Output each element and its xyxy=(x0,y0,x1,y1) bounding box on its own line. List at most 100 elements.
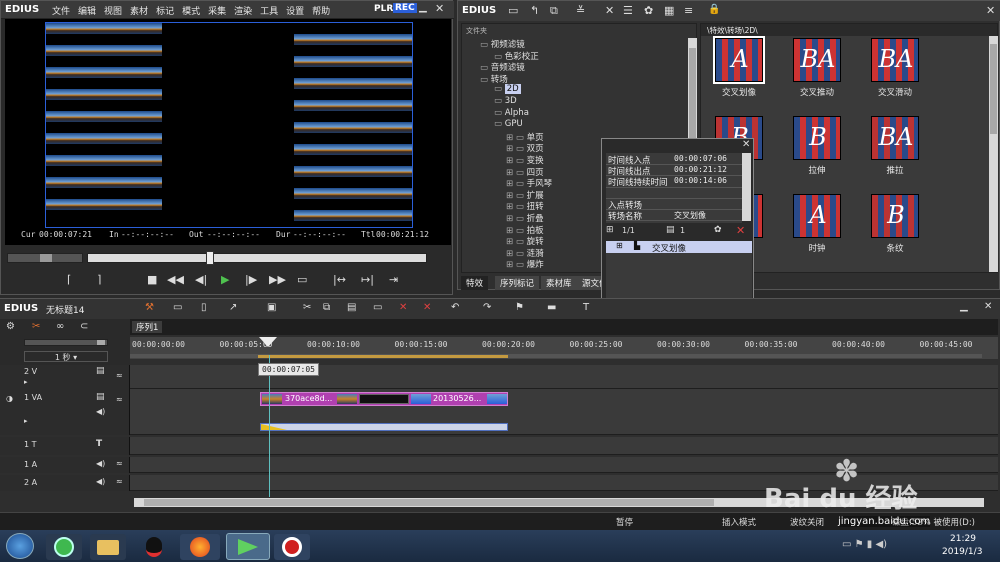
track-1a-mute-icon[interactable]: ≈ xyxy=(116,459,123,468)
tree-item[interactable]: ⊞ ▭ 扩展 xyxy=(506,189,544,201)
tree-item[interactable]: ⊞ ▭ 折叠 xyxy=(506,212,544,224)
menu-view[interactable]: 视图 xyxy=(100,4,126,17)
tree-item[interactable]: ⊞ ▭ 单页 xyxy=(506,131,544,143)
effect-settings-icon[interactable]: ✿ xyxy=(714,225,722,235)
taskbar-explorer-icon[interactable] xyxy=(90,534,126,560)
tree-item[interactable]: ▭ 色彩校正 xyxy=(494,50,539,62)
save-icon[interactable]: ▣ xyxy=(267,302,276,313)
track-2v-toggle-icon[interactable]: ▤ xyxy=(96,366,105,376)
track-1va-header[interactable]: ◑ 1 VA ▤ ◀) ▸ ≈ xyxy=(0,389,130,435)
track-2a-speaker-icon[interactable]: ◀) xyxy=(96,477,105,486)
transition-thumbnail[interactable]: BA xyxy=(871,38,919,82)
tree-item[interactable]: ⊞ ▭ 旋转 xyxy=(506,235,544,247)
tree-item[interactable]: ⊞ ▭ 涟漪 xyxy=(506,247,544,259)
overwrite-icon[interactable]: ↦| xyxy=(361,273,374,286)
sync-icon[interactable]: ∞ xyxy=(56,321,64,332)
track-1a-header[interactable]: 1 A ◀) ≈ xyxy=(0,457,130,473)
clock-date[interactable]: 2019/1/3 xyxy=(942,547,982,557)
tree-item[interactable]: ▭ Alpha xyxy=(494,108,529,120)
list-view-icon[interactable]: ≡ xyxy=(684,4,693,17)
stop-icon[interactable]: ■ xyxy=(147,273,157,286)
properties-icon[interactable]: ☰ xyxy=(623,4,633,17)
close-icon[interactable]: ✕ xyxy=(435,2,444,15)
thumb-scroll-thumb[interactable] xyxy=(990,44,997,134)
library-close-icon[interactable]: ✕ xyxy=(986,4,995,17)
snap-icon[interactable]: ▬ xyxy=(547,302,556,313)
info-close-icon[interactable]: ✕ xyxy=(742,139,750,150)
delete-icon[interactable]: ✕ xyxy=(605,4,614,17)
step-forward-icon[interactable]: |▶ xyxy=(245,273,257,286)
clip-370ace8d[interactable]: 370ace8d... 20130526... xyxy=(260,392,508,406)
tree-item[interactable]: ▭ 3D xyxy=(494,96,517,108)
position-slider[interactable] xyxy=(87,251,427,265)
paste-icon[interactable]: ▤ xyxy=(347,302,356,313)
layer-icon[interactable]: ▤ xyxy=(666,225,675,235)
tree-item[interactable]: ⊞ ▭ 拍板 xyxy=(506,224,544,236)
menu-edit[interactable]: 编辑 xyxy=(74,4,100,17)
clock-time[interactable]: 21:29 xyxy=(950,534,976,544)
ripple-icon[interactable]: ✂ xyxy=(32,321,40,332)
track-1va-mute-icon[interactable]: ≈ xyxy=(116,395,123,404)
menu-tools[interactable]: 工具 xyxy=(256,4,282,17)
menu-clip[interactable]: 素材 xyxy=(126,4,152,17)
taskbar-edius-icon[interactable] xyxy=(226,533,270,560)
sort-icon[interactable]: ≚ xyxy=(576,4,585,17)
tab-bin[interactable]: 素材库 xyxy=(541,276,577,290)
folder-open-icon[interactable]: ▭ xyxy=(173,302,182,313)
tree-item[interactable]: ▭ GPU xyxy=(494,119,523,131)
time-ruler[interactable]: 00:00:00:00 00:00:05:00 00:00:10:00 00:00:1… xyxy=(130,337,998,359)
replace-icon[interactable]: ▭ xyxy=(373,302,382,313)
tree-item[interactable]: ⊞ ▭ 扭转 xyxy=(506,200,544,212)
menu-render[interactable]: 渲染 xyxy=(230,4,256,17)
track-2v-expand-icon[interactable]: ▸ xyxy=(24,378,28,386)
track-1va-speaker-icon[interactable]: ◀) xyxy=(96,407,105,416)
scale-dropdown[interactable]: 1 秒 ▾ xyxy=(24,351,108,362)
track-1a-speaker-icon[interactable]: ◀) xyxy=(96,459,105,468)
timeline-hscroll-thumb[interactable] xyxy=(144,499,714,506)
timeline-close-icon[interactable]: ✕ xyxy=(984,301,992,312)
new-sequence-icon[interactable]: ▯ xyxy=(201,302,207,313)
expand-icon[interactable]: ⊞ xyxy=(616,241,623,250)
tab-effects[interactable]: 特效 xyxy=(461,276,489,290)
playhead-marker[interactable] xyxy=(259,337,277,347)
transition-thumbnail[interactable]: B xyxy=(793,116,841,160)
start-button[interactable] xyxy=(6,533,34,559)
tree-item[interactable]: ▭ 音频滤镜 xyxy=(480,61,525,73)
menu-capture[interactable]: 采集 xyxy=(204,4,230,17)
track-1t-title-icon[interactable]: T xyxy=(96,439,102,449)
title-icon[interactable]: T xyxy=(583,302,589,313)
rec-label[interactable]: REC xyxy=(393,3,417,13)
transition-thumbnail[interactable]: A xyxy=(793,194,841,238)
effect-list-item[interactable]: ⊞ ▙ 交叉划像 xyxy=(606,241,752,254)
zoom-handle[interactable] xyxy=(97,340,105,345)
transition-thumbnail[interactable]: B xyxy=(871,194,919,238)
set-in-icon[interactable]: ⌈ xyxy=(67,273,71,286)
track-1va-expand-icon[interactable]: ▸ xyxy=(24,417,28,425)
tree-item[interactable]: ⊞ ▭ 双页 xyxy=(506,142,544,154)
minimize-icon[interactable]: ▁ xyxy=(419,2,427,13)
export-icon[interactable]: ↗ xyxy=(229,302,237,313)
fast-forward-icon[interactable]: ▶▶ xyxy=(269,273,286,286)
effect-icon[interactable]: ✿ xyxy=(644,4,653,17)
taskbar-record-icon[interactable] xyxy=(274,534,310,560)
mode-icon[interactable]: ⚙ xyxy=(6,321,15,332)
menu-file[interactable]: 文件 xyxy=(48,4,74,17)
link-icon[interactable]: ⊂ xyxy=(80,321,88,332)
tab-sequence-markers[interactable]: 序列标记 xyxy=(495,276,540,290)
taskbar-360-icon[interactable] xyxy=(46,534,82,560)
menu-marker[interactable]: 标记 xyxy=(152,4,178,17)
undo-icon[interactable]: ↶ xyxy=(451,302,459,313)
transition-thumbnail[interactable]: BA xyxy=(793,38,841,82)
track-2v-header[interactable]: 2 V ▤ ▸ ≈ xyxy=(0,365,130,389)
tree-item[interactable]: ⊞ ▭ 手风琴 xyxy=(506,177,552,189)
folder-icon[interactable]: ▭ xyxy=(508,4,518,17)
tree-item[interactable]: ⊞ ▭ 爆炸 xyxy=(506,258,544,270)
lock-icon[interactable]: 🔒 xyxy=(708,4,720,15)
tree-item[interactable]: ⊞ ▭ 四页 xyxy=(506,166,544,178)
delete-clip-icon[interactable]: ✕ xyxy=(399,302,407,313)
track-1va-toggle-icon[interactable]: ▤ xyxy=(96,392,105,402)
view-icon[interactable]: ▦ xyxy=(664,4,674,17)
menu-settings[interactable]: 设置 xyxy=(282,4,308,17)
redo-icon[interactable]: ↷ xyxy=(483,302,491,313)
info-scrollbar[interactable] xyxy=(742,153,751,221)
